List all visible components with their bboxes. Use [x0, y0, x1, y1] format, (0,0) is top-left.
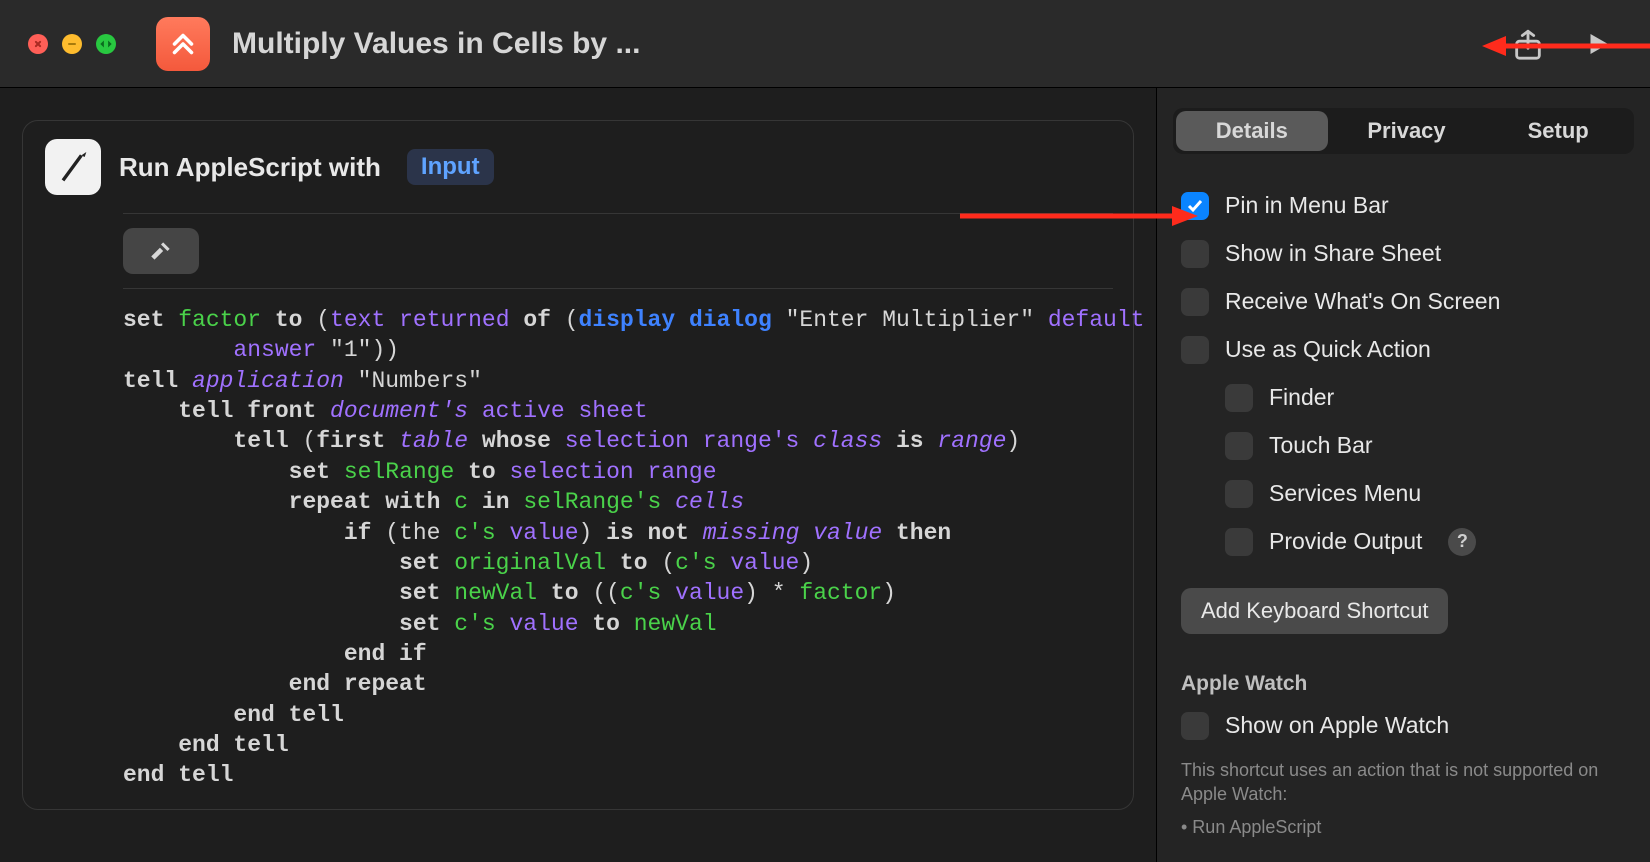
row-receive-screen: Receive What's On Screen [1181, 278, 1626, 326]
add-keyboard-shortcut-button[interactable]: Add Keyboard Shortcut [1181, 588, 1448, 634]
shortcut-canvas: Run AppleScript with Input set factor to… [0, 88, 1156, 862]
action-title: Run AppleScript with [119, 152, 381, 183]
tab-privacy[interactable]: Privacy [1331, 108, 1483, 154]
label-provide-output: Provide Output [1269, 528, 1422, 555]
window-zoom-button[interactable] [96, 34, 116, 54]
shortcut-app-icon [156, 17, 210, 71]
action-card[interactable]: Run AppleScript with Input set factor to… [22, 120, 1134, 810]
tab-setup[interactable]: Setup [1482, 108, 1634, 154]
checkbox-receive-screen[interactable] [1181, 288, 1209, 316]
compile-button[interactable] [123, 228, 199, 274]
window-close-button[interactable] [28, 34, 48, 54]
applescript-icon [45, 139, 101, 195]
row-provide-output: Provide Output ? [1181, 518, 1626, 566]
label-receive-screen: Receive What's On Screen [1225, 288, 1500, 315]
row-services: Services Menu [1181, 470, 1626, 518]
row-pin-menubar: Pin in Menu Bar [1181, 182, 1626, 230]
checkbox-pin-menubar[interactable] [1181, 192, 1209, 220]
label-touchbar: Touch Bar [1269, 432, 1373, 459]
window-title: Multiply Values in Cells by ... [232, 27, 640, 61]
action-input-token[interactable]: Input [407, 149, 494, 185]
label-share-sheet: Show in Share Sheet [1225, 240, 1441, 267]
help-provide-output[interactable]: ? [1448, 528, 1476, 556]
label-apple-watch: Show on Apple Watch [1225, 712, 1449, 739]
inspector-panel: Details Privacy Setup Pin in Menu Bar Sh… [1156, 88, 1650, 862]
row-quick-action: Use as Quick Action [1181, 326, 1626, 374]
action-header: Run AppleScript with Input [23, 139, 1133, 213]
share-button[interactable] [1504, 20, 1552, 68]
checkbox-services[interactable] [1225, 480, 1253, 508]
titlebar: Multiply Values in Cells by ... [0, 0, 1650, 88]
traffic-lights [28, 34, 116, 54]
inspector-tabs: Details Privacy Setup [1173, 108, 1634, 154]
label-finder: Finder [1269, 384, 1334, 411]
label-services: Services Menu [1269, 480, 1421, 507]
run-button[interactable] [1574, 20, 1622, 68]
label-pin-menubar: Pin in Menu Bar [1225, 192, 1389, 219]
checkbox-touchbar[interactable] [1225, 432, 1253, 460]
checkbox-quick-action[interactable] [1181, 336, 1209, 364]
watch-warning-line1: This shortcut uses an action that is not… [1181, 758, 1626, 807]
script-toolbar [123, 213, 1113, 274]
window-minimize-button[interactable] [62, 34, 82, 54]
section-apple-watch: Apple Watch [1181, 672, 1626, 696]
row-share-sheet: Show in Share Sheet [1181, 230, 1626, 278]
label-quick-action: Use as Quick Action [1225, 336, 1431, 363]
watch-warning-line2: • Run AppleScript [1181, 815, 1626, 839]
row-touchbar: Touch Bar [1181, 422, 1626, 470]
row-apple-watch: Show on Apple Watch [1181, 702, 1626, 750]
tab-details[interactable]: Details [1176, 111, 1328, 151]
row-finder: Finder [1181, 374, 1626, 422]
script-source[interactable]: set factor to (text returned of (display… [123, 288, 1113, 791]
checkbox-provide-output[interactable] [1225, 528, 1253, 556]
checkbox-share-sheet[interactable] [1181, 240, 1209, 268]
inspector-body: Pin in Menu Bar Show in Share Sheet Rece… [1157, 178, 1650, 862]
checkbox-apple-watch[interactable] [1181, 712, 1209, 740]
checkbox-finder[interactable] [1225, 384, 1253, 412]
